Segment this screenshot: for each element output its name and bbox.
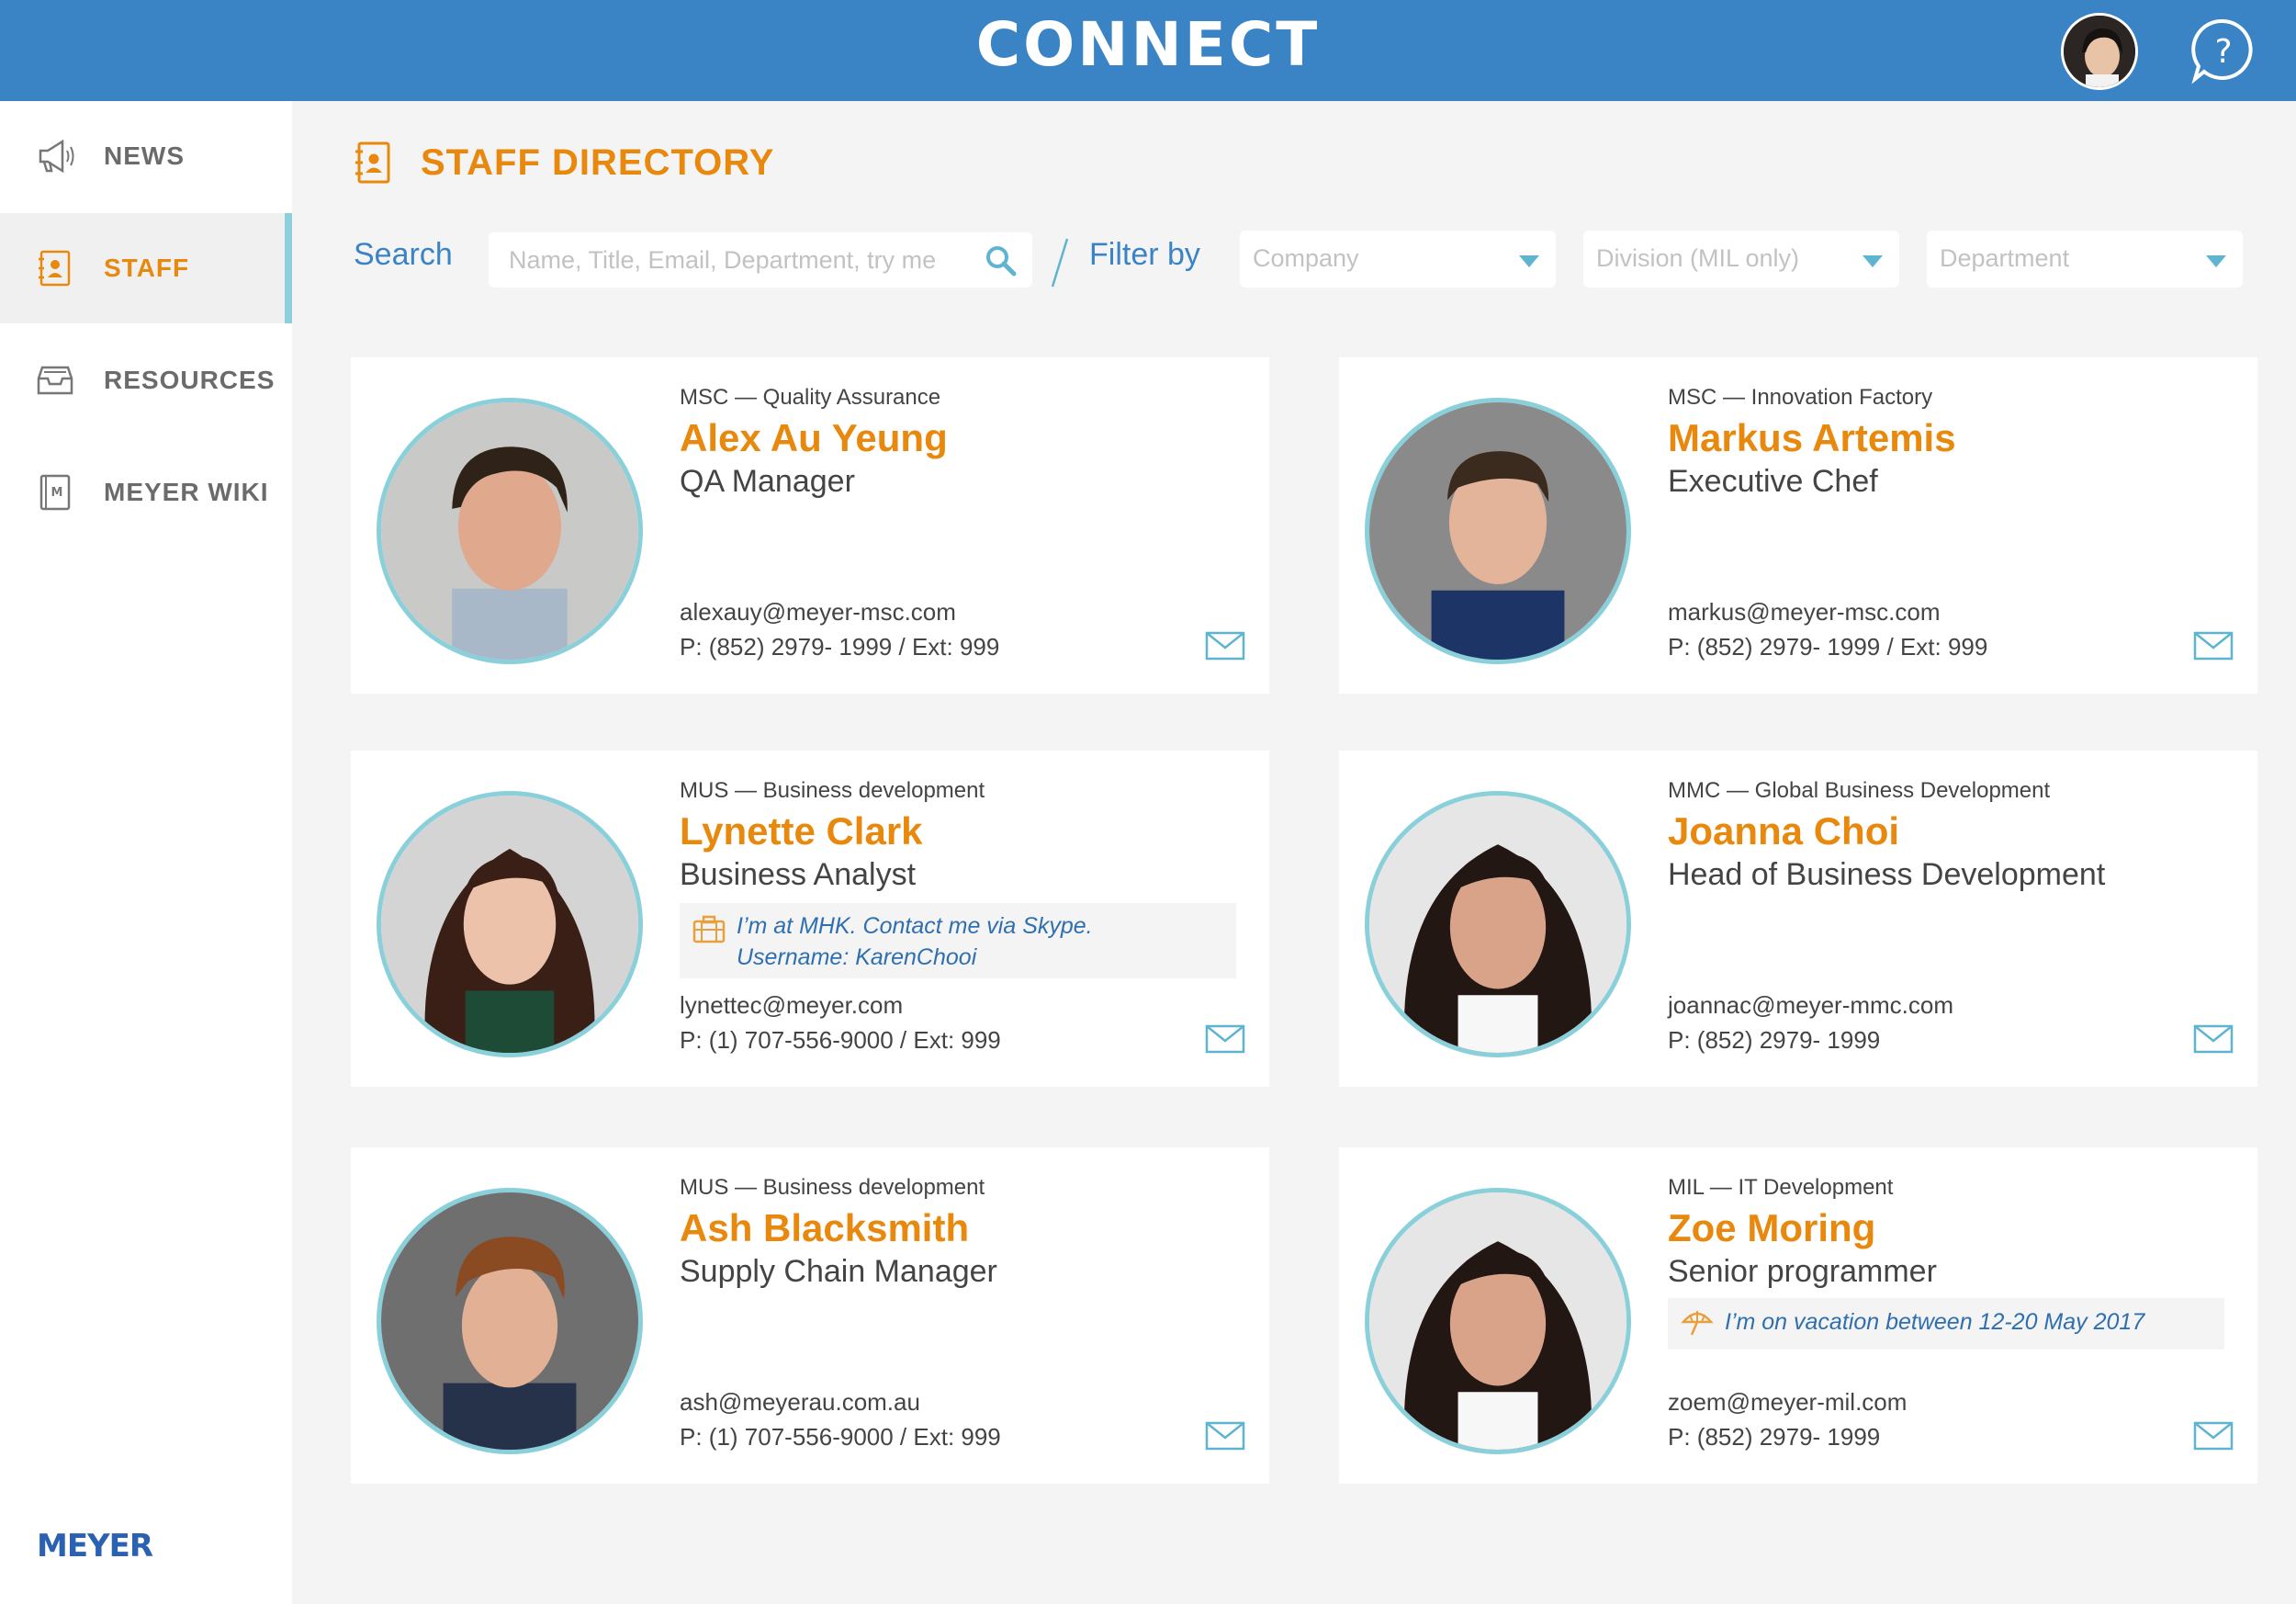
staff-email[interactable]: ash@meyerau.com.au: [680, 1388, 920, 1417]
filter-label: Filter by: [1089, 237, 1200, 272]
inbox-tray-icon: [37, 366, 73, 395]
department-select-value: Department: [1940, 244, 2070, 272]
sidebar-item-label: RESOURCES: [104, 366, 276, 394]
sidebar-item-label: MEYER WIKI: [104, 478, 269, 506]
staff-phone: P: (852) 2979- 1999: [1668, 1423, 1881, 1451]
staff-phone: P: (852) 2979- 1999: [1668, 1026, 1881, 1054]
staff-title: Executive Chef: [1668, 464, 1878, 499]
mail-icon[interactable]: [2193, 631, 2234, 661]
sidebar-item-meyer-wiki[interactable]: M MEYER WIKI: [0, 437, 292, 548]
staff-phone: P: (1) 707-556-9000 / Ext: 999: [680, 1423, 1001, 1451]
staff-email[interactable]: joannac@meyer-mmc.com: [1668, 991, 1953, 1020]
status-message: I’m at MHK. Contact me via Skype. Userna…: [680, 903, 1236, 978]
svg-text:?: ?: [2214, 33, 2232, 71]
staff-name[interactable]: Joanna Choi: [1668, 809, 1899, 853]
staff-name[interactable]: Ash Blacksmith: [680, 1206, 969, 1250]
chevron-down-icon: [2206, 255, 2226, 267]
mail-icon[interactable]: [2193, 1421, 2234, 1451]
staff-department: MSC — Quality Assurance: [680, 385, 941, 410]
staff-card[interactable]: MSC — Quality Assurance Alex Au Yeung QA…: [351, 357, 1269, 694]
mail-icon[interactable]: [1205, 1421, 1245, 1451]
staff-card[interactable]: MIL — IT Development Zoe Moring Senior p…: [1339, 1147, 2257, 1484]
sidebar-item-news[interactable]: NEWS: [0, 101, 292, 211]
chevron-down-icon: [1519, 255, 1539, 267]
staff-department: MMC — Global Business Development: [1668, 778, 2051, 803]
staff-card[interactable]: MMC — Global Business Development Joanna…: [1339, 751, 2257, 1087]
staff-title: QA Manager: [680, 464, 855, 499]
staff-photo: [377, 1188, 643, 1454]
search-box[interactable]: [489, 232, 1032, 288]
staff-name[interactable]: Alex Au Yeung: [680, 416, 948, 460]
staff-phone: P: (852) 2979- 1999 / Ext: 999: [1668, 633, 1988, 661]
sidebar-item-label: NEWS: [104, 141, 185, 170]
staff-phone: P: (852) 2979- 1999 / Ext: 999: [680, 633, 1000, 661]
staff-photo: [377, 398, 643, 664]
megaphone-icon: [39, 139, 74, 174]
search-icon[interactable]: [985, 244, 1018, 277]
top-bar: CONNECT ?: [0, 0, 2296, 101]
staff-photo: [377, 791, 643, 1057]
address-book-icon: [39, 250, 71, 287]
status-line-1: I’m at MHK. Contact me via Skype.: [737, 913, 1093, 939]
mail-icon[interactable]: [2193, 1024, 2234, 1054]
staff-title: Business Analyst: [680, 857, 917, 892]
mail-icon[interactable]: [1205, 1024, 1245, 1054]
staff-email[interactable]: markus@meyer-msc.com: [1668, 598, 1941, 627]
page-title-text: STAFF DIRECTORY: [421, 141, 775, 183]
status-message: I’m on vacation between 12-20 May 2017: [1668, 1298, 2224, 1350]
staff-title: Supply Chain Manager: [680, 1254, 997, 1289]
sidebar-item-resources[interactable]: RESOURCES: [0, 325, 292, 435]
address-book-icon: [355, 141, 390, 184]
staff-department: MUS — Business development: [680, 1175, 985, 1200]
company-select[interactable]: Company: [1240, 231, 1556, 288]
status-line-2: Username: KarenChooi: [737, 944, 977, 970]
user-avatar[interactable]: [2061, 13, 2138, 90]
svg-text:M: M: [51, 486, 63, 500]
search-input[interactable]: [509, 232, 986, 288]
staff-card[interactable]: MUS — Business development Ash Blacksmit…: [351, 1147, 1269, 1484]
staff-department: MIL — IT Development: [1668, 1175, 1894, 1200]
staff-title: Head of Business Development: [1668, 857, 2106, 892]
staff-email[interactable]: alexauy@meyer-msc.com: [680, 598, 956, 627]
staff-title: Senior programmer: [1668, 1254, 1937, 1289]
sidebar: NEWS STAFF RESOURCES M MEYER WIKI MEYER: [0, 101, 292, 1604]
division-select[interactable]: Division (MIL only): [1583, 231, 1899, 288]
division-select-value: Division (MIL only): [1596, 244, 1800, 272]
help-chat-icon[interactable]: ?: [2189, 17, 2257, 85]
staff-photo: [1365, 791, 1631, 1057]
staff-phone: P: (1) 707-556-9000 / Ext: 999: [680, 1026, 1001, 1054]
staff-department: MSC — Innovation Factory: [1668, 385, 1933, 410]
staff-name[interactable]: Markus Artemis: [1668, 416, 1956, 460]
mail-icon[interactable]: [1205, 631, 1245, 661]
staff-email[interactable]: zoem@meyer-mil.com: [1668, 1388, 1907, 1417]
meyer-logo: MEYER: [37, 1528, 153, 1564]
staff-photo: [1365, 398, 1631, 664]
search-label: Search: [354, 237, 453, 272]
wiki-book-icon: M: [39, 474, 71, 511]
page-title: STAFF DIRECTORY: [353, 140, 774, 186]
staff-card[interactable]: MUS — Business development Lynette Clark…: [351, 751, 1269, 1087]
staff-department: MUS — Business development: [680, 778, 985, 803]
app-logo[interactable]: CONNECT: [0, 11, 2296, 79]
status-text: I’m on vacation between 12-20 May 2017: [1725, 1309, 2145, 1335]
briefcase-icon: [692, 915, 726, 943]
chevron-down-icon: [1863, 255, 1883, 267]
sidebar-item-staff[interactable]: STAFF: [0, 213, 292, 323]
staff-name[interactable]: Lynette Clark: [680, 809, 923, 853]
sidebar-item-label: STAFF: [104, 254, 190, 282]
staff-photo: [1365, 1188, 1631, 1454]
beach-umbrella-icon: [1681, 1311, 1714, 1336]
staff-email[interactable]: lynettec@meyer.com: [680, 991, 903, 1020]
company-select-value: Company: [1253, 244, 1359, 272]
staff-card[interactable]: MSC — Innovation Factory Markus Artemis …: [1339, 357, 2257, 694]
status-text: I’m at MHK. Contact me via Skype. Userna…: [737, 910, 1093, 973]
department-select[interactable]: Department: [1927, 231, 2243, 288]
separator-slash: [1051, 238, 1069, 288]
staff-name[interactable]: Zoe Moring: [1668, 1206, 1875, 1250]
